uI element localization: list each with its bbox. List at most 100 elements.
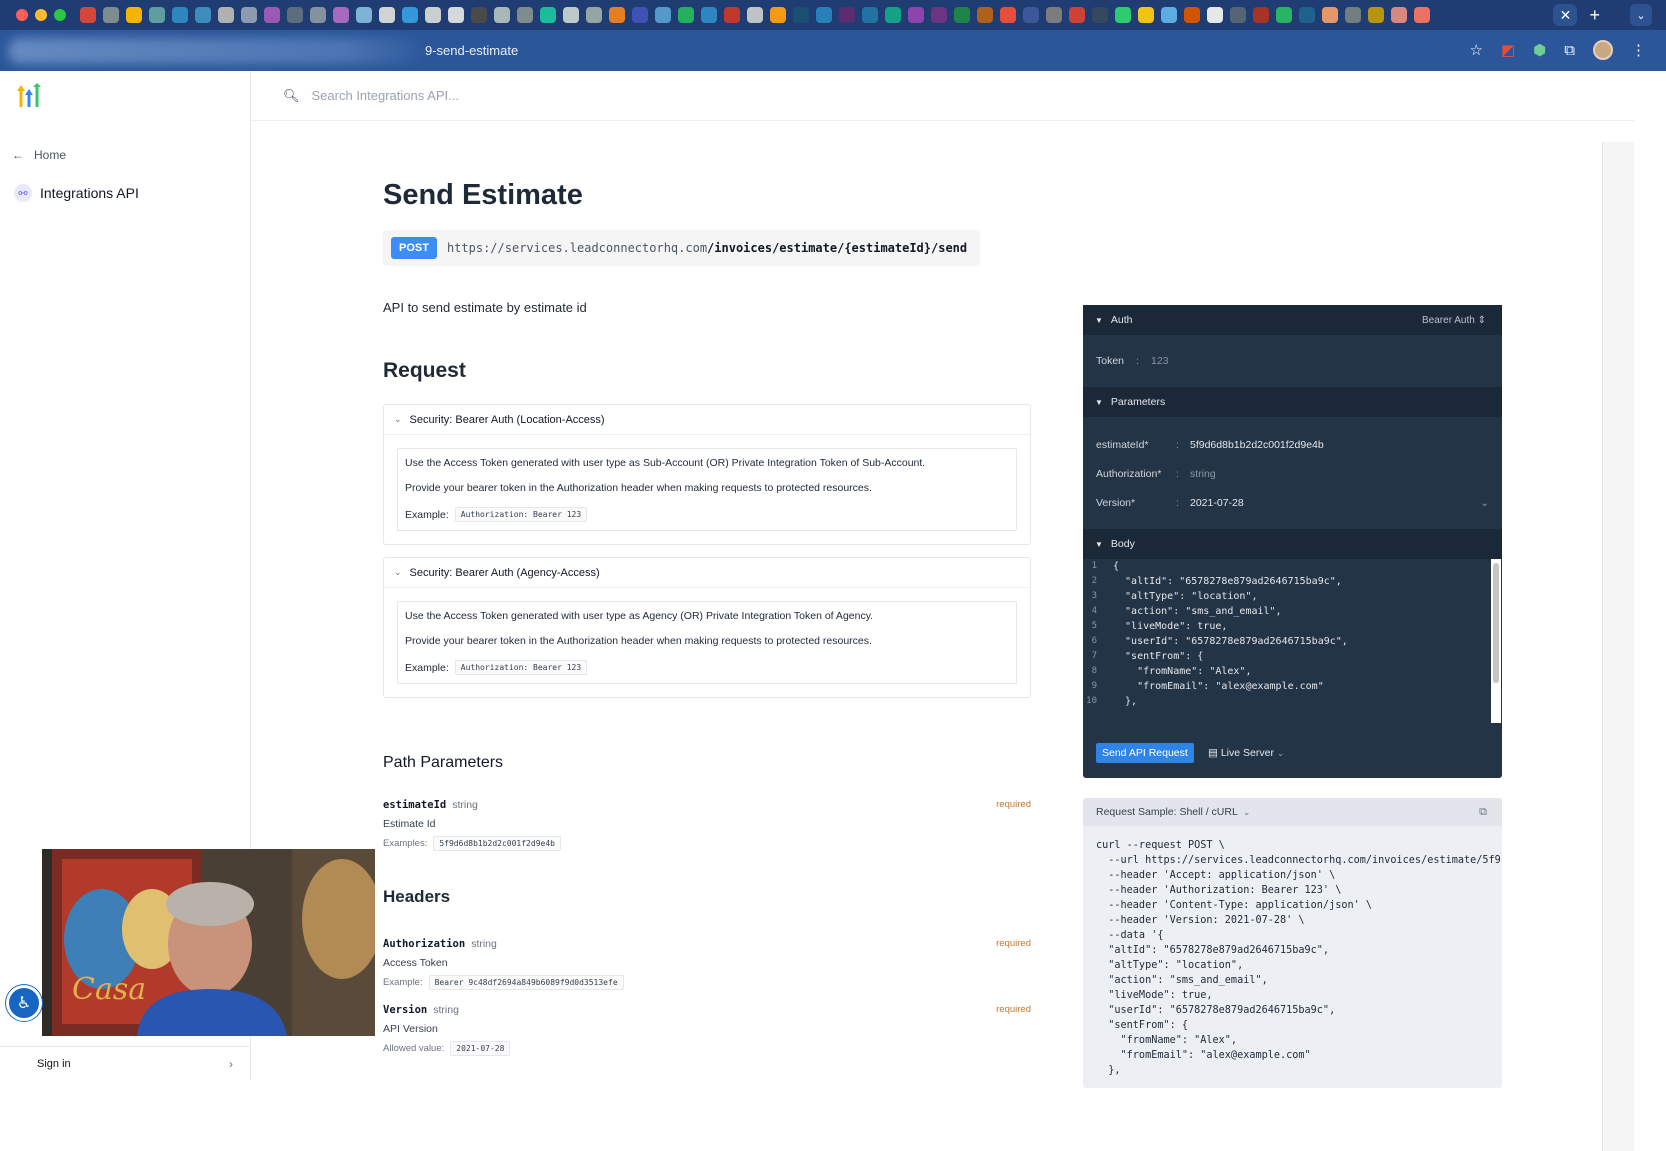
security-toggle[interactable]: ⌄ Security: Bearer Auth (Agency-Access) bbox=[384, 558, 1030, 588]
pinned-tab-favicon-icon[interactable] bbox=[586, 7, 602, 23]
pinned-tab-favicon-icon[interactable] bbox=[862, 7, 878, 23]
pinned-tab-favicon-icon[interactable] bbox=[1207, 7, 1223, 23]
pinned-tab-favicon-icon[interactable] bbox=[839, 7, 855, 23]
body-section-toggle[interactable]: ▼ Body bbox=[1083, 529, 1502, 559]
tab-search-chevron-icon[interactable]: ⌄ bbox=[1630, 4, 1652, 26]
chevron-down-icon[interactable]: ⌄ bbox=[1480, 497, 1489, 509]
pinned-tab-favicon-icon[interactable] bbox=[954, 7, 970, 23]
arrow-left-icon: ← bbox=[12, 148, 24, 162]
pinned-tab-favicon-icon[interactable] bbox=[1115, 7, 1131, 23]
pinned-tab-favicon-icon[interactable] bbox=[1414, 7, 1430, 23]
new-tab-button[interactable]: + bbox=[1589, 5, 1600, 26]
extension-icon[interactable]: ◩ bbox=[1501, 41, 1515, 59]
pinned-tab-favicon-icon[interactable] bbox=[747, 7, 763, 23]
auth-section-toggle[interactable]: ▼ Auth Bearer Auth ⇕ bbox=[1083, 305, 1502, 335]
pinned-tab-favicon-icon[interactable] bbox=[885, 7, 901, 23]
pinned-tab-favicon-icon[interactable] bbox=[609, 7, 625, 23]
sample-language-select[interactable]: Request Sample: Shell / cURL ⌄ ⧉ bbox=[1083, 798, 1502, 826]
server-select[interactable]: ▤ Live Server ⌄ bbox=[1208, 747, 1284, 759]
header-type: string bbox=[433, 1004, 459, 1016]
browser-menu-icon[interactable]: ⋮ bbox=[1631, 41, 1646, 59]
pinned-tab-favicon-icon[interactable] bbox=[977, 7, 993, 23]
pinned-tab-favicon-icon[interactable] bbox=[80, 7, 96, 23]
pinned-tab-favicon-icon[interactable] bbox=[264, 7, 280, 23]
pinned-tab-favicon-icon[interactable] bbox=[310, 7, 326, 23]
pinned-tab-favicon-icon[interactable] bbox=[1230, 7, 1246, 23]
pinned-tab-favicon-icon[interactable] bbox=[218, 7, 234, 23]
pinned-tab-favicon-icon[interactable] bbox=[540, 7, 556, 23]
pinned-tab-favicon-icon[interactable] bbox=[632, 7, 648, 23]
sidebar-item-integrations-api[interactable]: ⚯ Integrations API bbox=[14, 184, 139, 202]
shield-extension-icon[interactable]: ⬢ bbox=[1533, 41, 1546, 59]
search-input[interactable] bbox=[311, 88, 812, 103]
pinned-tab-favicon-icon[interactable] bbox=[701, 7, 717, 23]
pinned-tab-favicon-icon[interactable] bbox=[724, 7, 740, 23]
pinned-tab-favicon-icon[interactable] bbox=[356, 7, 372, 23]
profile-avatar[interactable] bbox=[1593, 40, 1613, 60]
pinned-tab-favicon-icon[interactable] bbox=[563, 7, 579, 23]
active-tab-close-icon[interactable]: ✕ bbox=[1553, 4, 1578, 26]
pinned-tab-favicon-icon[interactable] bbox=[1322, 7, 1338, 23]
pinned-tab-favicon-icon[interactable] bbox=[1092, 7, 1108, 23]
pinned-tab-favicon-icon[interactable] bbox=[908, 7, 924, 23]
pinned-tab-favicon-icon[interactable] bbox=[1299, 7, 1315, 23]
page-scrollbar[interactable] bbox=[1602, 142, 1634, 1151]
home-link[interactable]: ← Home bbox=[12, 148, 66, 162]
logo-icon[interactable] bbox=[16, 83, 42, 109]
pinned-tab-favicon-icon[interactable] bbox=[149, 7, 165, 23]
pinned-tab-favicon-icon[interactable] bbox=[494, 7, 510, 23]
pinned-tab-favicon-icon[interactable] bbox=[678, 7, 694, 23]
copy-icon[interactable]: ⧉ bbox=[1479, 806, 1487, 819]
zoom-window-button[interactable] bbox=[54, 9, 66, 21]
pinned-tab-favicon-icon[interactable] bbox=[793, 7, 809, 23]
pinned-tab-favicon-icon[interactable] bbox=[1138, 7, 1154, 23]
param-value-input[interactable]: 5f9d6d8b1b2d2c001f2d9e4b bbox=[1190, 439, 1324, 451]
sign-in-link[interactable]: Sign in › bbox=[0, 1046, 251, 1080]
pinned-tab-favicon-icon[interactable] bbox=[1046, 7, 1062, 23]
security-toggle[interactable]: ⌄ Security: Bearer Auth (Location-Access… bbox=[384, 405, 1030, 435]
pinned-tab-favicon-icon[interactable] bbox=[1276, 7, 1292, 23]
pinned-tab-favicon-icon[interactable] bbox=[471, 7, 487, 23]
pinned-tab-favicon-icon[interactable] bbox=[379, 7, 395, 23]
version-select[interactable]: 2021-07-28 bbox=[1190, 497, 1244, 509]
pinned-tab-favicon-icon[interactable] bbox=[1368, 7, 1384, 23]
url-text[interactable]: 9-send-estimate bbox=[425, 43, 518, 58]
accessibility-icon[interactable]: ♿︎ bbox=[6, 985, 42, 1021]
pinned-tab-favicon-icon[interactable] bbox=[1391, 7, 1407, 23]
pinned-tab-favicon-icon[interactable] bbox=[425, 7, 441, 23]
body-editor[interactable]: 1{2 "altId": "6578278e879ad2646715ba9c",… bbox=[1083, 559, 1491, 718]
auth-type-select[interactable]: Bearer Auth ⇕ bbox=[1422, 315, 1486, 326]
pinned-tab-favicon-icon[interactable] bbox=[126, 7, 142, 23]
pinned-tab-favicon-icon[interactable] bbox=[1161, 7, 1177, 23]
pinned-tab-favicon-icon[interactable] bbox=[448, 7, 464, 23]
example-code: Authorization: Bearer 123 bbox=[454, 660, 588, 675]
minimize-window-button[interactable] bbox=[35, 9, 47, 21]
pinned-tab-favicon-icon[interactable] bbox=[287, 7, 303, 23]
puzzle-icon[interactable]: ⧉ bbox=[1564, 42, 1575, 59]
address-bar[interactable]: 9-send-estimate ☆ ◩ ⬢ ⧉ ⋮ bbox=[0, 30, 1666, 71]
close-window-button[interactable] bbox=[16, 9, 28, 21]
token-input[interactable]: 123 bbox=[1151, 355, 1169, 367]
pinned-tab-favicon-icon[interactable] bbox=[517, 7, 533, 23]
pinned-tab-favicon-icon[interactable] bbox=[1069, 7, 1085, 23]
pinned-tab-favicon-icon[interactable] bbox=[1023, 7, 1039, 23]
pinned-tab-favicon-icon[interactable] bbox=[1184, 7, 1200, 23]
pinned-tab-favicon-icon[interactable] bbox=[333, 7, 349, 23]
pinned-tab-favicon-icon[interactable] bbox=[931, 7, 947, 23]
pinned-tab-favicon-icon[interactable] bbox=[816, 7, 832, 23]
pinned-tab-favicon-icon[interactable] bbox=[103, 7, 119, 23]
pinned-tab-favicon-icon[interactable] bbox=[770, 7, 786, 23]
pinned-tab-favicon-icon[interactable] bbox=[1253, 7, 1269, 23]
pinned-tab-favicon-icon[interactable] bbox=[241, 7, 257, 23]
pinned-tab-favicon-icon[interactable] bbox=[655, 7, 671, 23]
bookmark-star-icon[interactable]: ☆ bbox=[1470, 41, 1483, 59]
pinned-tab-favicon-icon[interactable] bbox=[402, 7, 418, 23]
send-api-request-button[interactable]: Send API Request bbox=[1096, 743, 1194, 763]
pinned-tab-favicon-icon[interactable] bbox=[1000, 7, 1016, 23]
pinned-tab-favicon-icon[interactable] bbox=[172, 7, 188, 23]
pinned-tab-favicon-icon[interactable] bbox=[195, 7, 211, 23]
pinned-tab-favicon-icon[interactable] bbox=[1345, 7, 1361, 23]
param-value-input[interactable]: string bbox=[1190, 468, 1216, 480]
body-scrollbar[interactable] bbox=[1491, 559, 1501, 723]
parameters-section-toggle[interactable]: ▼ Parameters bbox=[1083, 387, 1502, 417]
